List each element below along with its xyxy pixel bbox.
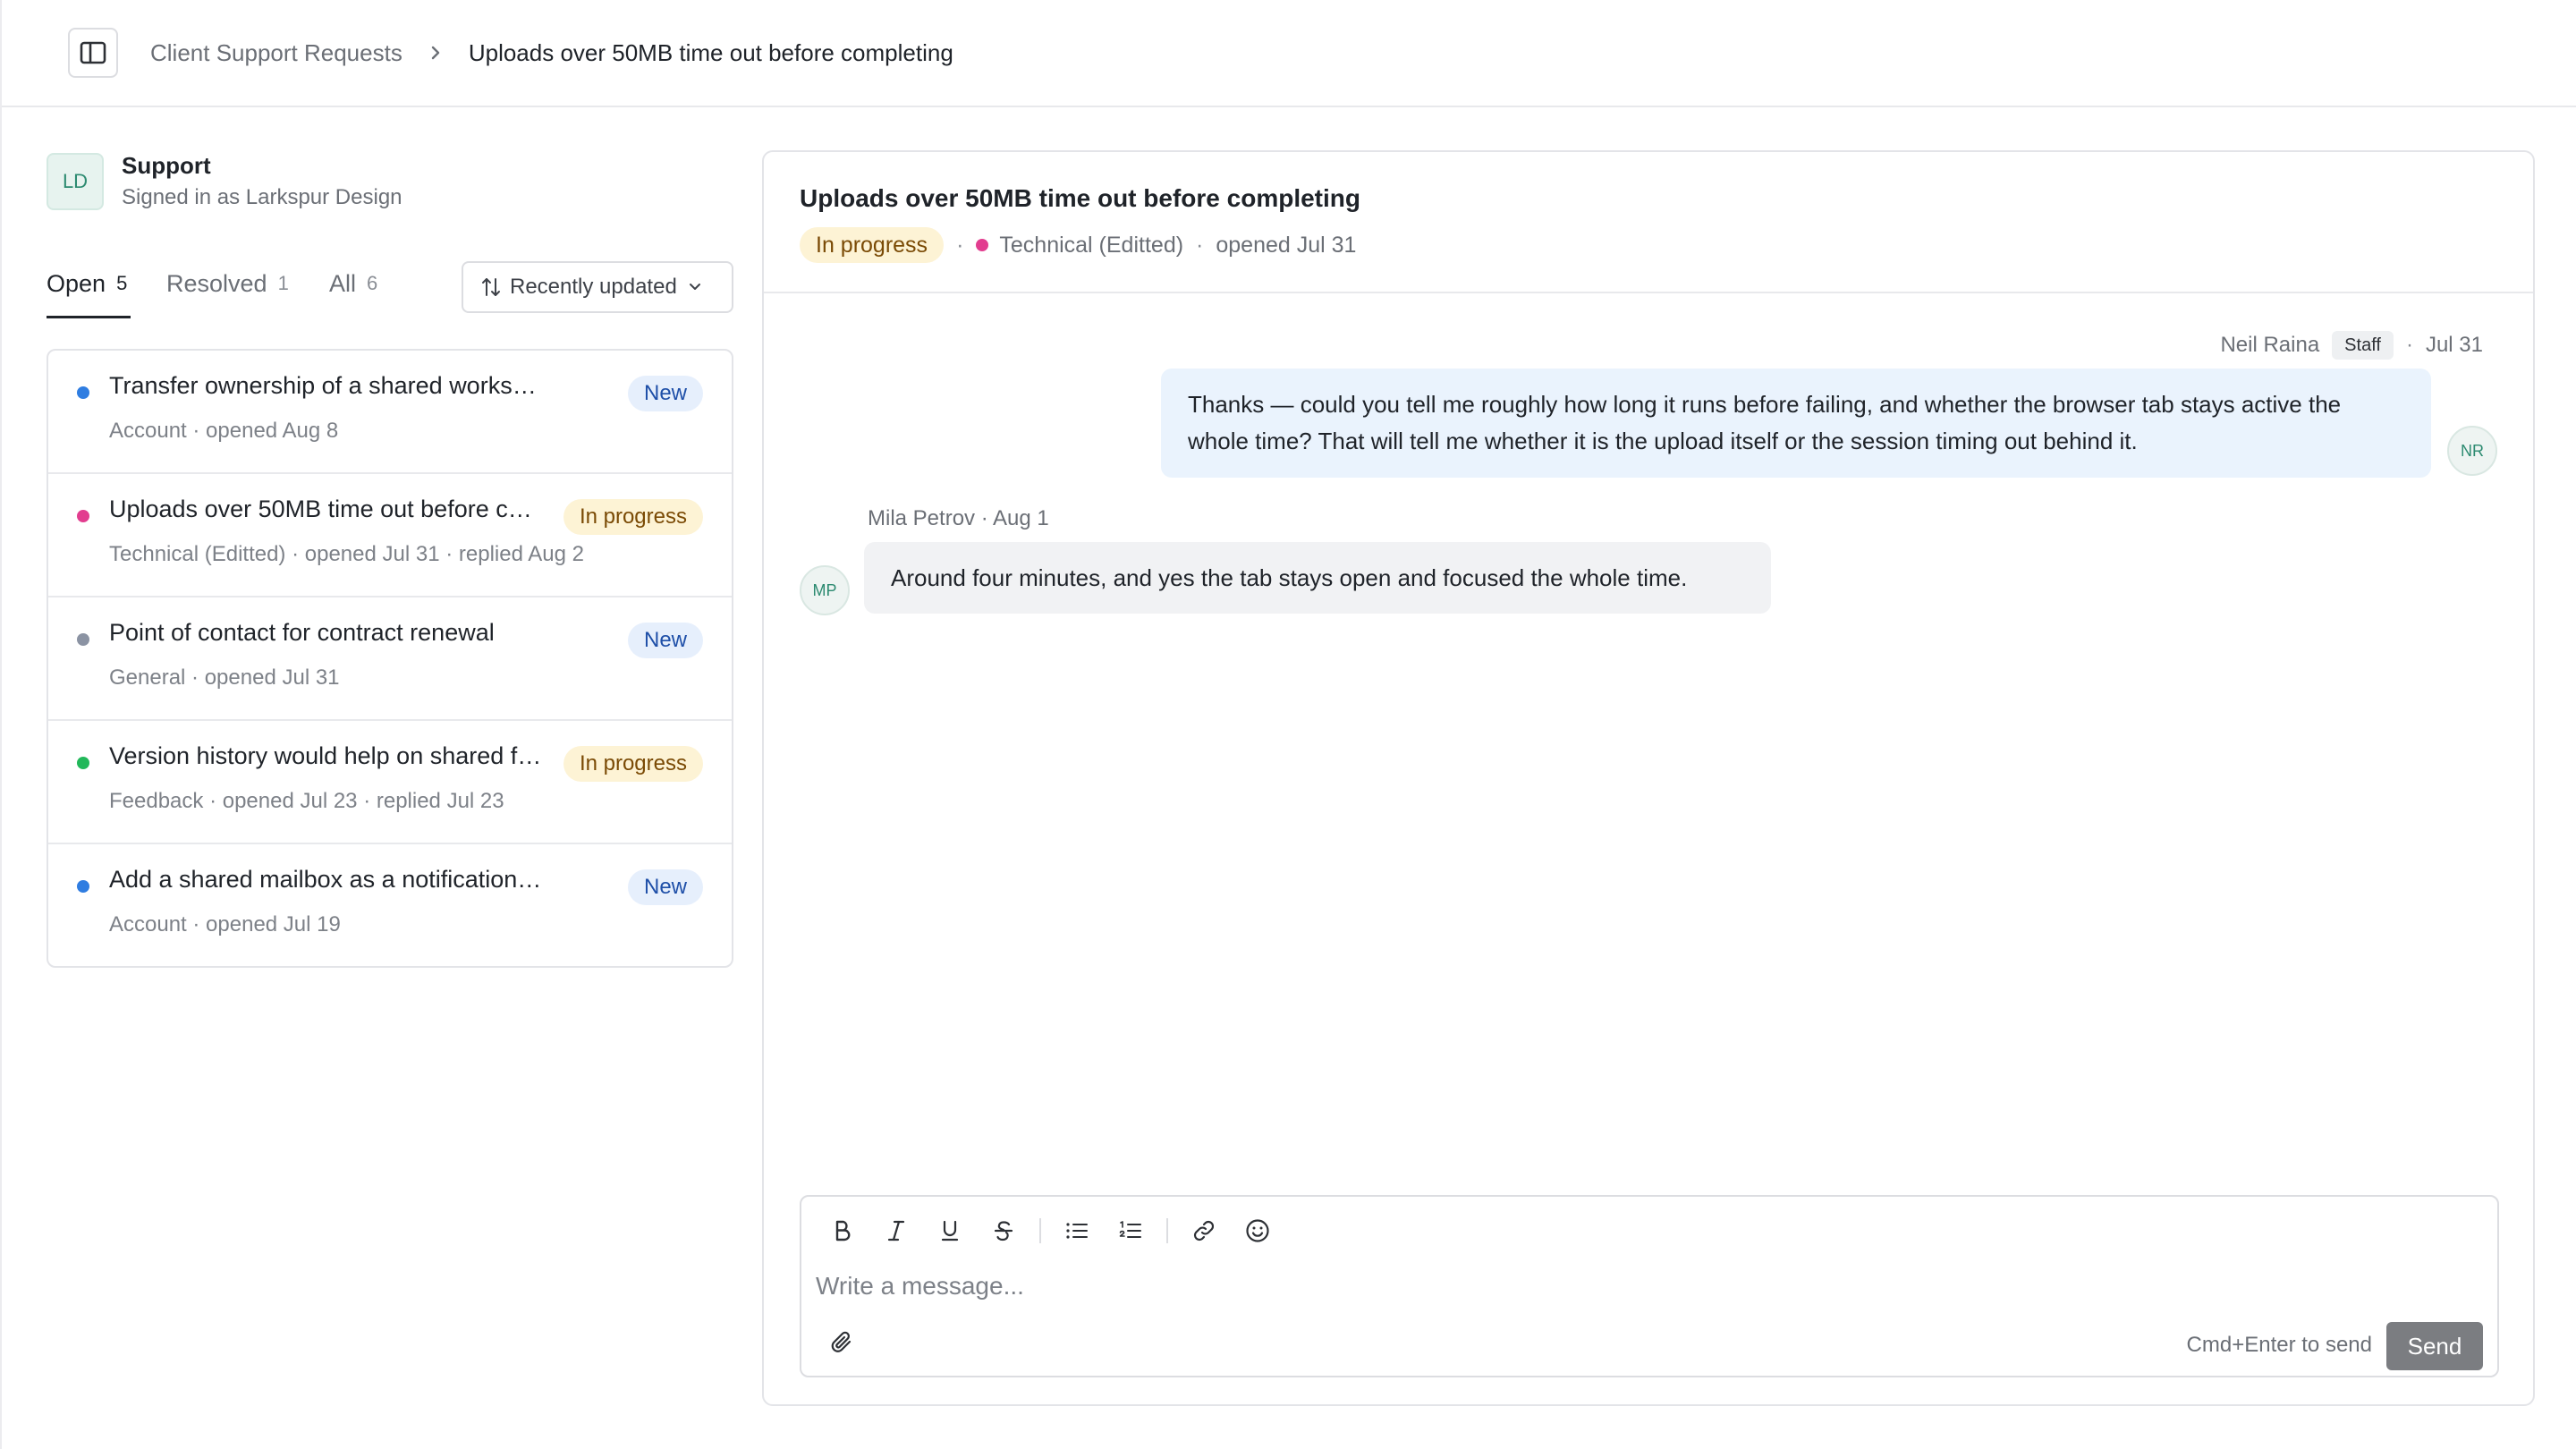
conversation-header: Uploads over 50MB time out before comple… <box>764 152 2533 293</box>
status-badge: New <box>627 623 703 658</box>
category-dot <box>77 510 89 522</box>
request-title: Transfer ownership of a shared workspace <box>109 372 547 399</box>
tab-label: Open <box>47 270 106 297</box>
bullet-list-button[interactable] <box>1059 1213 1095 1249</box>
tab-count: 5 <box>116 272 128 294</box>
message-date: Jul 31 <box>2425 333 2483 357</box>
toolbar-divider <box>1039 1218 1041 1243</box>
request-list-panel: LD Support Signed in as Larkspur Design … <box>47 152 733 968</box>
sidebar-panel-icon <box>80 41 106 64</box>
link-button[interactable] <box>1186 1213 1222 1249</box>
avatar: NR <box>2447 426 2497 476</box>
conversation-title: Uploads over 50MB time out before comple… <box>800 184 1360 212</box>
attach-button[interactable] <box>825 1326 860 1361</box>
conversation-meta: In progress · Technical (Editted) · open… <box>800 227 1356 263</box>
list-item[interactable]: Uploads over 50MB time out before comple… <box>48 474 732 597</box>
tab-all[interactable]: All 6 <box>329 261 377 318</box>
account-text: Support Signed in as Larkspur Design <box>122 152 402 210</box>
category-dot <box>77 386 89 399</box>
toolbar-divider <box>1166 1218 1168 1243</box>
paperclip-icon <box>831 1331 852 1352</box>
request-meta: Feedback · opened Jul 23 · replied Jul 2… <box>109 789 504 813</box>
list-item[interactable]: Add a shared mailbox as a notification r… <box>48 844 732 966</box>
sort-label: Recently updated <box>510 275 677 299</box>
send-hint: Cmd+Enter to send <box>2186 1333 2372 1357</box>
staff-tag: Staff <box>2332 331 2394 360</box>
message-input[interactable] <box>816 1265 2479 1308</box>
chevron-down-icon <box>689 284 700 290</box>
list-item[interactable]: Transfer ownership of a shared workspace… <box>48 351 732 474</box>
tab-open[interactable]: Open 5 <box>47 261 131 318</box>
bold-button[interactable] <box>825 1213 860 1249</box>
breadcrumb-parent[interactable]: Client Support Requests <box>150 39 402 67</box>
strikethrough-icon <box>994 1221 1013 1241</box>
meta-separator: · <box>1196 232 1204 258</box>
status-badge: New <box>627 376 703 411</box>
request-list: Transfer ownership of a shared workspace… <box>47 349 733 968</box>
request-meta: Technical (Editted) · opened Jul 31 · re… <box>109 542 584 566</box>
italic-button[interactable] <box>878 1213 914 1249</box>
request-title: Add a shared mailbox as a notification r… <box>109 866 547 893</box>
avatar: MP <box>800 565 850 615</box>
format-toolbar <box>825 1213 1293 1249</box>
numbered-list-button[interactable] <box>1113 1213 1148 1249</box>
app-frame: Client Support Requests Uploads over 50M… <box>0 0 2576 1449</box>
account-avatar: LD <box>47 152 104 210</box>
status-badge: In progress <box>563 499 703 535</box>
italic-icon <box>887 1220 905 1241</box>
staff-message-header: Neil Raina Staff · Jul 31 <box>2220 331 2483 360</box>
request-meta: General · opened Jul 31 <box>109 665 340 690</box>
client-message-header: Mila Petrov · Aug 1 <box>868 506 1049 530</box>
underline-button[interactable] <box>932 1213 968 1249</box>
emoji-button[interactable] <box>1240 1213 1275 1249</box>
conversation-panel: Uploads over 50MB time out before comple… <box>762 150 2535 1406</box>
emoji-icon <box>1246 1219 1269 1242</box>
tab-label: All <box>329 270 357 297</box>
request-title: Uploads over 50MB time out before comple… <box>109 496 544 522</box>
breadcrumb-current: Uploads over 50MB time out before comple… <box>468 38 953 66</box>
bullet-list-icon <box>1066 1223 1088 1239</box>
tab-count: 1 <box>277 272 289 294</box>
message-composer: Cmd+Enter to send Send <box>800 1195 2499 1377</box>
numbered-list-icon <box>1119 1221 1141 1238</box>
account-name: Support <box>122 152 211 179</box>
strikethrough-button[interactable] <box>986 1213 1021 1249</box>
status-badge: New <box>627 869 703 905</box>
account-header: LD Support Signed in as Larkspur Design <box>47 152 733 210</box>
request-title: Point of contact for contract renewal <box>109 619 495 646</box>
chevron-right-icon <box>429 44 442 62</box>
category-dot <box>77 880 89 893</box>
staff-message-bubble: Thanks — could you tell me roughly how l… <box>1161 369 2431 478</box>
top-header: Client Support Requests Uploads over 50M… <box>2 0 2576 107</box>
request-meta: Account · opened Jul 19 <box>109 912 341 936</box>
message-author: Neil Raina <box>2220 333 2320 357</box>
status-badge: In progress <box>563 746 703 782</box>
sidebar-toggle-button[interactable] <box>68 28 118 78</box>
category-dot <box>976 239 989 251</box>
conversation-opened: opened Jul 31 <box>1216 232 1357 258</box>
underline-icon <box>941 1220 959 1241</box>
sort-dropdown[interactable]: Recently updated <box>462 261 733 313</box>
meta-separator: · <box>2405 333 2413 357</box>
link-icon <box>1193 1220 1215 1241</box>
sort-arrows-icon <box>482 278 500 296</box>
tab-resolved[interactable]: Resolved 1 <box>166 261 289 318</box>
meta-separator: · <box>956 232 964 258</box>
conversation-category: Technical (Editted) <box>999 232 1184 258</box>
request-title: Version history would help on shared fil… <box>109 742 544 769</box>
status-badge: In progress <box>800 227 945 263</box>
list-item[interactable]: Version history would help on shared fil… <box>48 721 732 844</box>
send-button[interactable]: Send <box>2386 1322 2483 1370</box>
request-meta: Account · opened Aug 8 <box>109 419 339 443</box>
category-dot <box>77 633 89 646</box>
list-item[interactable]: Point of contact for contract renewal Ge… <box>48 597 732 721</box>
client-message-bubble: Around four minutes, and yes the tab sta… <box>864 542 1771 614</box>
account-signed-in: Signed in as Larkspur Design <box>122 185 402 209</box>
tab-count: 6 <box>367 272 378 294</box>
category-dot <box>77 757 89 769</box>
tab-label: Resolved <box>166 270 267 297</box>
bold-icon <box>835 1220 851 1241</box>
filter-tabs: Open 5 Resolved 1 All 6 Recently updated <box>47 261 733 318</box>
